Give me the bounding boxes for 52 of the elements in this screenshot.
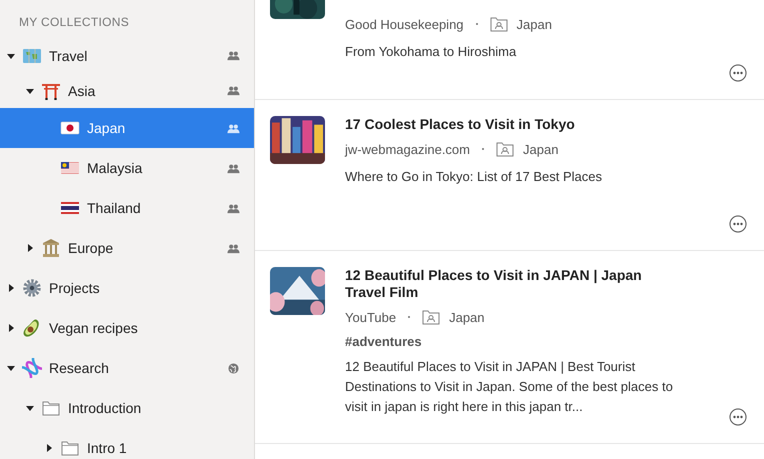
collection-label: Europe xyxy=(68,240,114,256)
collection-label: Malaysia xyxy=(87,160,144,176)
collection-item[interactable]: Thailand xyxy=(0,188,254,228)
collection-item[interactable]: Japan xyxy=(0,108,254,148)
tag[interactable]: #adventures xyxy=(345,334,680,349)
collection-name[interactable]: Japan xyxy=(516,16,552,32)
collection-item[interactable]: Research xyxy=(0,348,254,388)
collection-label: Asia xyxy=(68,82,96,98)
caret-icon[interactable] xyxy=(6,283,16,293)
section-heading: MY COLLECTIONS xyxy=(18,14,130,31)
collection-label: Projects xyxy=(49,280,101,296)
more-icon[interactable] xyxy=(729,64,747,82)
collection-item[interactable]: Travel xyxy=(0,38,254,73)
bookmark-source: jw-webmagazine.com xyxy=(345,142,470,156)
bookmark-description: 12 Beautiful Places to Visit in JAPAN | Best Tourist Destinations to Visit in Japan. Some of the best places to visit in japan is right here in this japan tr... xyxy=(345,358,674,416)
shared-folder-icon xyxy=(490,16,508,32)
caret-icon[interactable] xyxy=(44,443,54,453)
bookmark-source: Good Housekeeping xyxy=(345,16,464,32)
collection-name[interactable]: Japan xyxy=(523,142,558,156)
gear-icon xyxy=(22,278,42,298)
shared-folder-icon xyxy=(496,141,514,157)
collection-item[interactable]: Europe xyxy=(0,228,254,268)
collection-label: Research xyxy=(49,360,110,376)
bookmark-title[interactable]: 12 Beautiful Places to Visit in JAPAN | Japan Travel Film xyxy=(345,267,680,301)
collection-item[interactable]: Introduction xyxy=(0,388,254,428)
caret-icon[interactable] xyxy=(25,243,35,253)
collection-label: Introduction xyxy=(68,400,142,416)
more-icon[interactable] xyxy=(729,408,747,426)
collection-label: Intro 1 xyxy=(87,440,128,456)
collection-item[interactable]: Malaysia xyxy=(0,148,254,188)
collection-name[interactable]: Japan xyxy=(449,310,485,324)
bookmark-description: Where to Go in Tokyo: List of 17 Best Places xyxy=(345,168,603,186)
collection-label: Japan xyxy=(87,120,126,136)
bookmark-description: From Yokohama to Hiroshima xyxy=(345,43,518,61)
collection-label: Travel xyxy=(49,48,88,64)
collection-item[interactable]: Projects xyxy=(0,268,254,308)
bookmark-source: YouTube xyxy=(345,310,396,324)
bookmark-card[interactable]: 17 Coolest Places to Visit in Tokyo jw-webmagazine.com Japan Where to Go in Tokyo: List of 17 Best Places xyxy=(255,100,764,251)
more-icon[interactable] xyxy=(729,215,747,233)
caret-icon[interactable] xyxy=(6,323,16,333)
collection-item[interactable]: Intro 1 xyxy=(0,428,254,459)
shared-folder-icon xyxy=(422,309,440,325)
collection-label: Thailand xyxy=(87,200,142,216)
caret-icon[interactable] xyxy=(25,403,35,413)
collection-label: Vegan recipes xyxy=(49,320,139,336)
collection-item[interactable]: Asia xyxy=(0,73,254,108)
caret-icon[interactable] xyxy=(6,363,16,373)
bookmark-card[interactable]: Good Housekeeping Japan From Yokohama to Hiroshima xyxy=(255,0,764,100)
dna-icon xyxy=(22,358,42,378)
collection-item[interactable]: Vegan recipes xyxy=(0,308,254,348)
temple-icon xyxy=(41,238,61,258)
bookmark-title[interactable]: 17 Coolest Places to Visit in Tokyo xyxy=(345,116,680,133)
